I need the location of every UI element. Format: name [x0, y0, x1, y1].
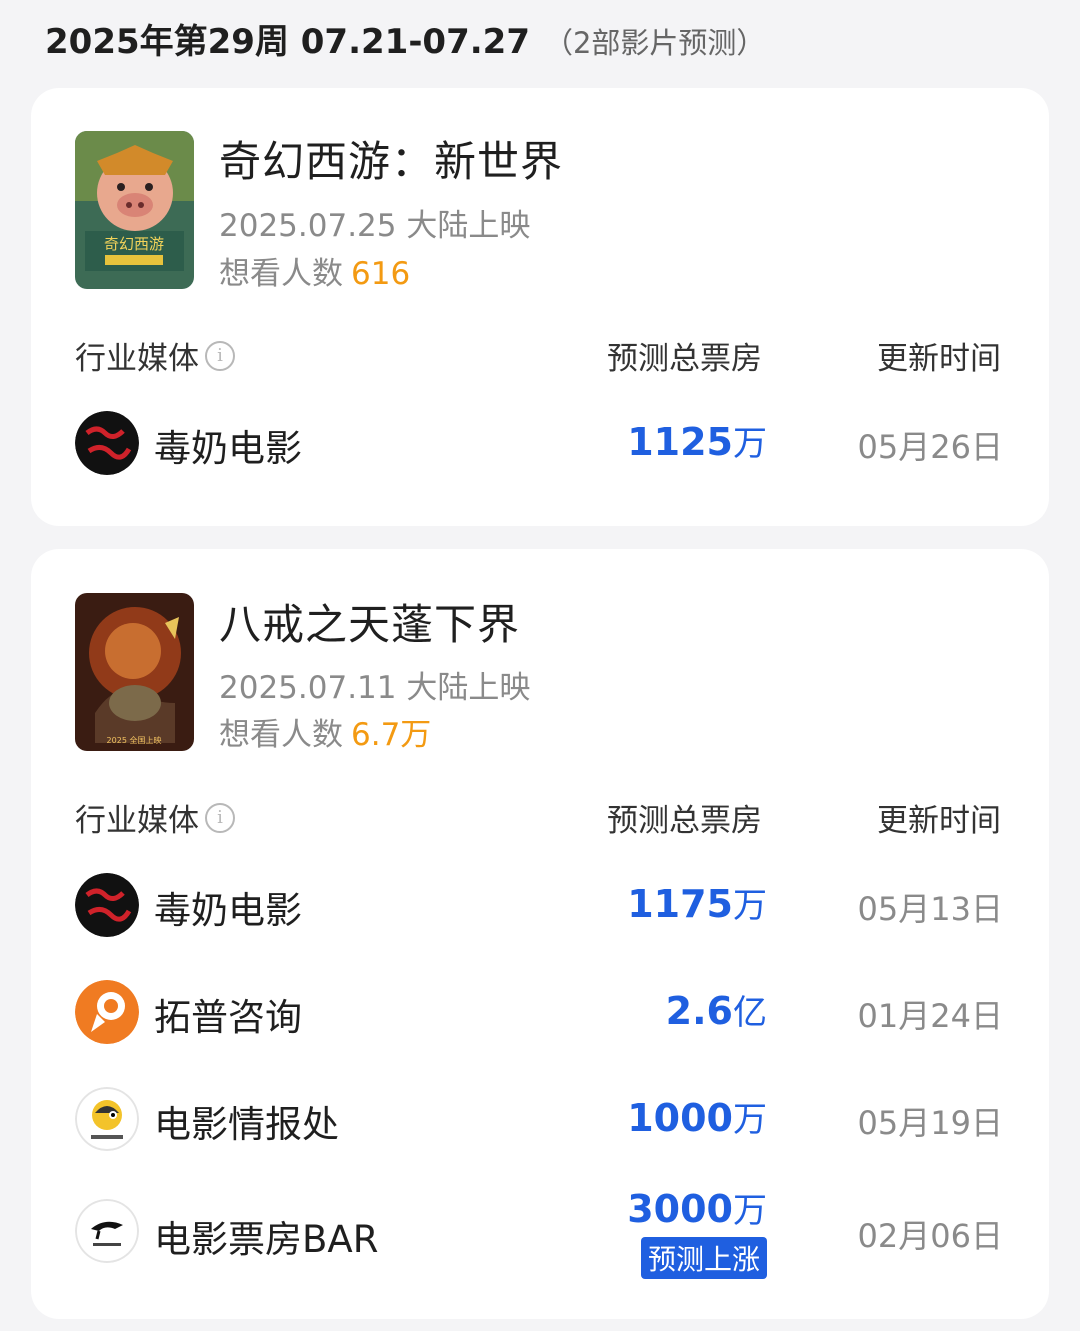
update-date: 05月13日 [857, 890, 1003, 928]
want-to-see: 想看人数 616 [219, 248, 410, 293]
week-header: 2025年第29周 07.21-07.27 （2部影片预测） [45, 14, 765, 62]
update-date: 02月06日 [857, 1217, 1003, 1255]
poster-title: 奇幻西游 [104, 235, 164, 253]
dunai-logo [75, 411, 139, 475]
bar-logo [75, 1199, 139, 1263]
header-box-office: 预测总票房 [607, 803, 762, 839]
topu-logo [75, 980, 139, 1044]
movie-poster[interactable]: 奇幻西游 [75, 131, 194, 289]
box-value: 1175 [627, 882, 733, 926]
prediction-row[interactable]: 电影票房BAR 3000万 预测上涨 02月06日 [31, 1187, 1049, 1297]
update-date: 01月24日 [857, 997, 1003, 1035]
predicted-box-office: 2.6亿 [666, 985, 767, 1034]
predicted-box-office: 1000万 [627, 1092, 767, 1141]
week-subtitle: （2部影片预测） [543, 26, 766, 60]
header-media-label: 行业媒体 [75, 803, 199, 839]
movie-poster[interactable]: 2025 全国上映 [75, 593, 194, 751]
header-media: 行业媒体 i [75, 795, 235, 840]
box-value: 3000 [627, 1187, 733, 1231]
update-date: 05月19日 [857, 1104, 1003, 1142]
want-count: 6.7万 [351, 717, 432, 753]
info-icon[interactable]: i [205, 802, 235, 833]
header-update-time: 更新时间 [877, 803, 1001, 839]
box-unit: 万 [733, 424, 767, 464]
prediction-row[interactable]: 电影情报处 1000万 05月19日 [31, 1084, 1049, 1154]
release-date: 2025.07.25 大陆上映 [219, 208, 531, 244]
box-unit: 万 [733, 1100, 767, 1140]
dunai-logo [75, 873, 139, 937]
media-name: 拓普咨询 [154, 996, 302, 1039]
forecast-up-tag: 预测上涨 [640, 1237, 767, 1279]
box-value: 1125 [627, 420, 733, 464]
media-name: 毒奶电影 [154, 889, 302, 932]
media-name: 毒奶电影 [154, 427, 302, 470]
box-unit: 万 [733, 1191, 767, 1231]
predicted-box-office: 1125万 [627, 416, 767, 465]
predicted-box-office: 3000万 [627, 1183, 767, 1232]
prediction-row[interactable]: 毒奶电影 1175万 05月13日 [31, 870, 1049, 940]
box-unit: 万 [733, 886, 767, 926]
want-to-see: 想看人数 6.7万 [219, 709, 431, 754]
movie-card[interactable]: 奇幻西游 奇幻西游：新世界 2025.07.25 大陆上映 想看人数 616 行业… [31, 88, 1049, 526]
poster-image: 奇幻西游 [75, 131, 194, 289]
media-name: 电影票房BAR [154, 1218, 379, 1261]
prediction-row[interactable]: 毒奶电影 1125万 05月26日 [31, 408, 1049, 478]
want-label: 想看人数 [219, 256, 343, 292]
movie-card[interactable]: 2025 全国上映 八戒之天蓬下界 2025.07.11 大陆上映 想看人数 6.… [31, 549, 1049, 1319]
header-update-time: 更新时间 [877, 341, 1001, 377]
predicted-box-office: 1175万 [627, 878, 767, 927]
update-date: 05月26日 [857, 428, 1003, 466]
poster-caption: 2025 全国上映 [107, 735, 162, 745]
header-media-label: 行业媒体 [75, 341, 199, 377]
want-count: 616 [351, 256, 411, 292]
qingbao-logo [75, 1087, 139, 1151]
movie-title[interactable]: 奇幻西游：新世界 [219, 128, 563, 189]
header-media: 行业媒体 i [75, 333, 235, 378]
media-name: 电影情报处 [154, 1103, 339, 1146]
box-value: 2.6 [665, 989, 733, 1033]
want-label: 想看人数 [219, 717, 343, 753]
prediction-row[interactable]: 拓普咨询 2.6亿 01月24日 [31, 977, 1049, 1047]
release-date: 2025.07.11 大陆上映 [219, 670, 531, 706]
header-box-office: 预测总票房 [607, 341, 762, 377]
box-unit: 亿 [733, 993, 767, 1033]
info-icon[interactable]: i [205, 340, 235, 371]
box-value: 1000 [627, 1096, 733, 1140]
week-title: 2025年第29周 07.21-07.27 [45, 22, 530, 62]
poster-image: 2025 全国上映 [75, 593, 194, 751]
movie-title[interactable]: 八戒之天蓬下界 [219, 591, 520, 652]
